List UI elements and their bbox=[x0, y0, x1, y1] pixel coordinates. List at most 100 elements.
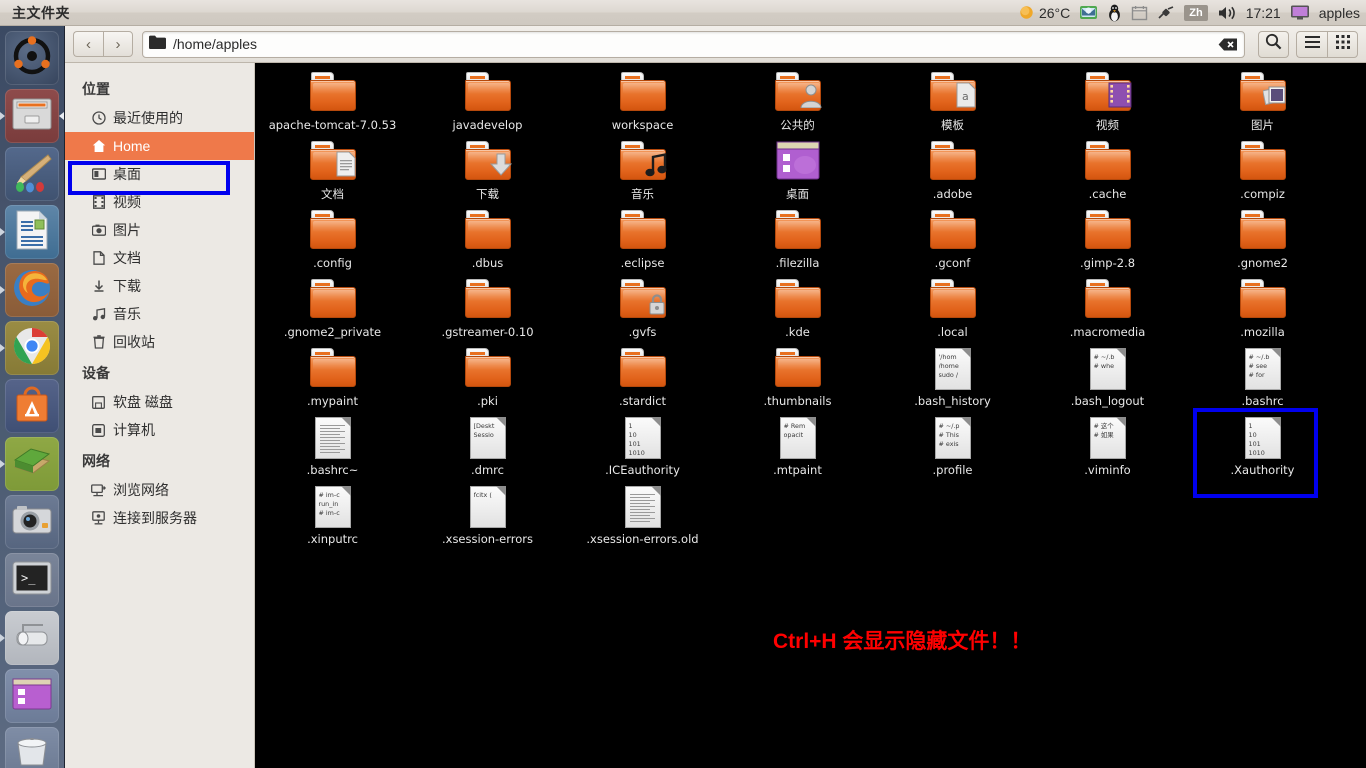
file-item[interactable]: # ~/.p # This # exis .profile bbox=[875, 408, 1030, 477]
launcher-item-firefox[interactable] bbox=[0, 263, 59, 317]
file-item[interactable]: .kde bbox=[720, 270, 875, 339]
file-item[interactable]: javadevelop bbox=[410, 63, 565, 132]
sidebar-item-camera[interactable]: 图片 bbox=[65, 216, 254, 244]
file-item[interactable]: .adobe bbox=[875, 132, 1030, 201]
sidebar-item-trash[interactable]: 回收站 bbox=[65, 328, 254, 356]
file-item[interactable]: apache-tomcat-7.0.53 bbox=[255, 63, 410, 132]
file-item[interactable]: .config bbox=[255, 201, 410, 270]
sidebar-item-film[interactable]: 视频 bbox=[65, 188, 254, 216]
file-item[interactable]: .mypaint bbox=[255, 339, 410, 408]
file-item[interactable]: .cache bbox=[1030, 132, 1185, 201]
sidebar-item-label: 回收站 bbox=[113, 334, 155, 350]
sidebar-item-network-browse[interactable]: 浏览网络 bbox=[65, 476, 254, 504]
file-item[interactable]: .macromedia bbox=[1030, 270, 1185, 339]
file-item[interactable]: .bashrc~ bbox=[255, 408, 410, 477]
file-item[interactable]: .pki bbox=[410, 339, 565, 408]
file-item[interactable]: a 模板 bbox=[875, 63, 1030, 132]
sidebar-item-clock-recent[interactable]: 最近使用的 bbox=[65, 104, 254, 132]
calendar-icon[interactable] bbox=[1131, 5, 1148, 21]
file-item[interactable]: 公共的 bbox=[720, 63, 875, 132]
launcher-item-gimp[interactable] bbox=[5, 147, 59, 201]
sidebar-item-desktop[interactable]: 桌面 bbox=[65, 160, 254, 188]
file-item[interactable]: .filezilla bbox=[720, 201, 875, 270]
file-item[interactable]: .gnome2_private bbox=[255, 270, 410, 339]
file-item[interactable]: .thumbnails bbox=[720, 339, 875, 408]
keyboard-layout-indicator[interactable]: Zh bbox=[1184, 4, 1208, 21]
folder-icon bbox=[1239, 141, 1286, 183]
launcher-item-printer[interactable] bbox=[0, 611, 59, 665]
file-item[interactable]: .xsession-errors.old bbox=[565, 477, 720, 546]
mail-envelope-icon[interactable] bbox=[1079, 4, 1098, 21]
folder-icon bbox=[619, 279, 666, 321]
monitor-icon[interactable] bbox=[1290, 4, 1310, 21]
file-item[interactable]: .gconf bbox=[875, 201, 1030, 270]
launcher-item-help-books[interactable] bbox=[0, 437, 59, 491]
sidebar-item-server-connect[interactable]: 连接到服务器 bbox=[65, 504, 254, 532]
launcher-item-libreoffice-writer[interactable] bbox=[0, 205, 59, 259]
file-item[interactable]: # Rem opacit .mtpaint bbox=[720, 408, 875, 477]
file-item[interactable]: 桌面 bbox=[720, 132, 875, 201]
username-label[interactable]: apples bbox=[1319, 5, 1360, 21]
svg-text:>_: >_ bbox=[21, 571, 36, 585]
file-item[interactable]: .dbus bbox=[410, 201, 565, 270]
file-item[interactable]: # ~/.b # whe .bash_logout bbox=[1030, 339, 1185, 408]
file-item[interactable]: [Deskt Sessio .dmrc bbox=[410, 408, 565, 477]
clock[interactable]: 17:21 bbox=[1246, 5, 1281, 21]
file-item[interactable]: '/hom/home sudo / .bash_history bbox=[875, 339, 1030, 408]
penguin-icon[interactable] bbox=[1107, 4, 1122, 22]
file-item[interactable]: 下载 bbox=[410, 132, 565, 201]
file-item[interactable]: .gstreamer-0.10 bbox=[410, 270, 565, 339]
volume-icon[interactable] bbox=[1217, 5, 1237, 21]
forward-button[interactable]: › bbox=[103, 31, 133, 57]
power-plug-icon[interactable] bbox=[1157, 5, 1175, 21]
sidebar-item-home[interactable]: Home bbox=[65, 132, 254, 160]
panel-indicator-area: 26°C Zh 17:21 apples bbox=[1018, 4, 1366, 22]
file-item[interactable]: .gnome2 bbox=[1185, 201, 1340, 270]
file-item[interactable]: workspace bbox=[565, 63, 720, 132]
file-item[interactable]: 图片 bbox=[1185, 63, 1340, 132]
running-indicator-icon bbox=[0, 112, 5, 120]
file-item[interactable]: .stardict bbox=[565, 339, 720, 408]
trash-icon bbox=[91, 335, 106, 349]
launcher-item-chrome[interactable] bbox=[0, 321, 59, 375]
file-item[interactable]: # im-c run_in # im-c .xinputrc bbox=[255, 477, 410, 546]
launcher-item-trash[interactable] bbox=[5, 727, 59, 768]
file-item[interactable]: .compiz bbox=[1185, 132, 1340, 201]
file-item[interactable]: # ~/.b # see # for .bashrc bbox=[1185, 339, 1340, 408]
location-bar[interactable]: /home/apples bbox=[142, 30, 1245, 58]
file-item[interactable]: # 这个 # 如果 .viminfo bbox=[1030, 408, 1185, 477]
file-item[interactable]: .eclipse bbox=[565, 201, 720, 270]
file-item[interactable]: 视频 bbox=[1030, 63, 1185, 132]
launcher-item-files[interactable] bbox=[0, 89, 64, 143]
sidebar-item-document[interactable]: 文档 bbox=[65, 244, 254, 272]
weather-indicator[interactable]: 26°C bbox=[1018, 4, 1070, 21]
file-item[interactable]: 音乐 bbox=[565, 132, 720, 201]
file-name-label: .kde bbox=[785, 325, 810, 339]
file-item[interactable]: 1 10 101 1010 .ICEauthority bbox=[565, 408, 720, 477]
sidebar-item-music-note[interactable]: 音乐 bbox=[65, 300, 254, 328]
launcher-item-ubuntu-dash[interactable] bbox=[5, 31, 59, 85]
sidebar-item-download[interactable]: 下载 bbox=[65, 272, 254, 300]
file-name-label: .mypaint bbox=[306, 394, 358, 408]
file-item[interactable]: .local bbox=[875, 270, 1030, 339]
list-view-button[interactable] bbox=[1296, 30, 1327, 58]
file-name-label: .gnome2_private bbox=[283, 325, 382, 339]
search-button[interactable] bbox=[1258, 30, 1289, 58]
launcher-item-terminal[interactable]: >_ bbox=[5, 553, 59, 607]
file-item[interactable]: .gimp-2.8 bbox=[1030, 201, 1185, 270]
sidebar-item-floppy-disk[interactable]: 软盘 磁盘 bbox=[65, 388, 254, 416]
sidebar-item-computer[interactable]: 计算机 bbox=[65, 416, 254, 444]
launcher-item-workspace-switcher[interactable] bbox=[5, 669, 59, 723]
file-item[interactable]: .mozilla bbox=[1185, 270, 1340, 339]
launcher-item-camera[interactable] bbox=[5, 495, 59, 549]
grid-view-button[interactable] bbox=[1327, 30, 1358, 58]
file-item[interactable]: fcitx (.xsession-errors bbox=[410, 477, 565, 546]
file-item[interactable]: 1 10 101 1010 .Xauthority bbox=[1185, 408, 1340, 477]
file-item[interactable]: 文档 bbox=[255, 132, 410, 201]
clear-backspace-icon[interactable] bbox=[1218, 37, 1238, 52]
launcher-item-software-center[interactable] bbox=[5, 379, 59, 433]
file-item[interactable]: .gvfs bbox=[565, 270, 720, 339]
back-button[interactable]: ‹ bbox=[73, 31, 103, 57]
file-grid-view[interactable]: apache-tomcat-7.0.53 javadevelop workspace… bbox=[255, 63, 1366, 768]
list-view-icon bbox=[1304, 35, 1320, 53]
